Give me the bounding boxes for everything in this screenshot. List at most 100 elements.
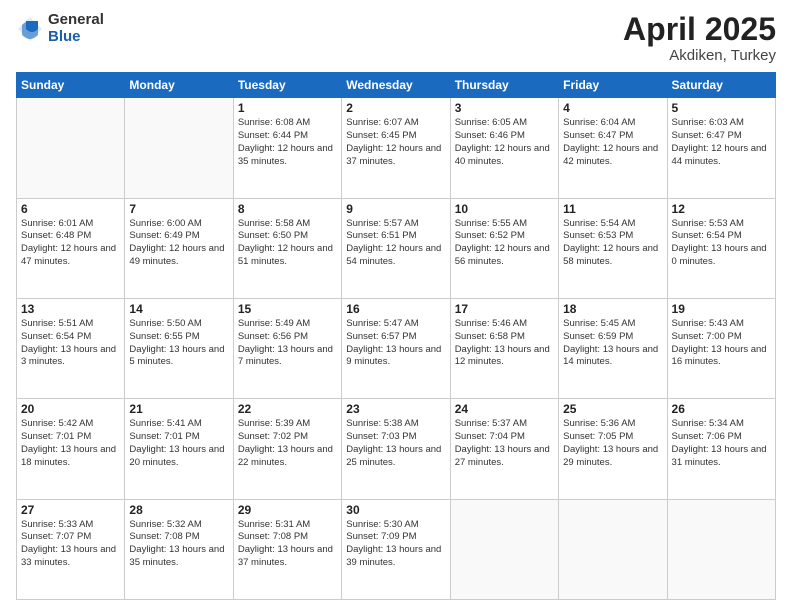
table-row: 18 Sunrise: 5:45 AM Sunset: 6:59 PM Dayli… xyxy=(559,298,667,398)
col-saturday: Saturday xyxy=(667,73,775,98)
cell-content: Sunrise: 5:33 AM Sunset: 7:07 PM Dayligh… xyxy=(21,519,120,570)
col-thursday: Thursday xyxy=(450,73,558,98)
table-row xyxy=(559,499,667,599)
logo-icon xyxy=(16,15,44,43)
col-monday: Monday xyxy=(125,73,233,98)
calendar-table: Sunday Monday Tuesday Wednesday Thursday… xyxy=(16,72,776,600)
table-row xyxy=(125,98,233,198)
table-row xyxy=(667,499,775,599)
table-row: 28 Sunrise: 5:32 AM Sunset: 7:08 PM Dayli… xyxy=(125,499,233,599)
cell-content: Sunrise: 5:36 AM Sunset: 7:05 PM Dayligh… xyxy=(563,418,662,469)
table-row xyxy=(450,499,558,599)
table-row: 1 Sunrise: 6:08 AM Sunset: 6:44 PM Daylig… xyxy=(233,98,341,198)
cell-content: Sunrise: 5:42 AM Sunset: 7:01 PM Dayligh… xyxy=(21,418,120,469)
day-number: 6 xyxy=(21,202,120,216)
calendar-week-row: 13Sunrise: 5:51 AM Sunset: 6:54 PM Dayli… xyxy=(17,298,776,398)
table-row: 19Sunrise: 5:43 AM Sunset: 7:00 PM Dayli… xyxy=(667,298,775,398)
cell-content: Sunrise: 5:49 AM Sunset: 6:56 PM Dayligh… xyxy=(238,318,337,369)
day-number: 30 xyxy=(346,503,445,517)
table-row: 16 Sunrise: 5:47 AM Sunset: 6:57 PM Dayli… xyxy=(342,298,450,398)
cell-content: Sunrise: 6:04 AM Sunset: 6:47 PM Dayligh… xyxy=(563,117,662,168)
day-number: 15 xyxy=(238,302,337,316)
table-row: 23 Sunrise: 5:38 AM Sunset: 7:03 PM Dayli… xyxy=(342,399,450,499)
calendar-week-row: 1 Sunrise: 6:08 AM Sunset: 6:44 PM Daylig… xyxy=(17,98,776,198)
cell-content: Sunrise: 6:01 AM Sunset: 6:48 PM Dayligh… xyxy=(21,218,120,269)
cell-content: Sunrise: 5:30 AM Sunset: 7:09 PM Dayligh… xyxy=(346,519,445,570)
logo-general-text: General xyxy=(48,12,104,29)
logo-text: General Blue xyxy=(48,12,104,45)
calendar-week-row: 27 Sunrise: 5:33 AM Sunset: 7:07 PM Dayli… xyxy=(17,499,776,599)
cell-content: Sunrise: 5:32 AM Sunset: 7:08 PM Dayligh… xyxy=(129,519,228,570)
cell-content: Sunrise: 6:03 AM Sunset: 6:47 PM Dayligh… xyxy=(672,117,771,168)
col-wednesday: Wednesday xyxy=(342,73,450,98)
table-row: 4Sunrise: 6:04 AM Sunset: 6:47 PM Daylig… xyxy=(559,98,667,198)
day-number: 16 xyxy=(346,302,445,316)
title-location: Akdiken, Turkey xyxy=(623,47,776,64)
table-row: 12Sunrise: 5:53 AM Sunset: 6:54 PM Dayli… xyxy=(667,198,775,298)
cell-content: Sunrise: 5:47 AM Sunset: 6:57 PM Dayligh… xyxy=(346,318,445,369)
day-number: 2 xyxy=(346,101,445,115)
col-sunday: Sunday xyxy=(17,73,125,98)
calendar-week-row: 6 Sunrise: 6:01 AM Sunset: 6:48 PM Daylig… xyxy=(17,198,776,298)
cell-content: Sunrise: 5:54 AM Sunset: 6:53 PM Dayligh… xyxy=(563,218,662,269)
cell-content: Sunrise: 5:55 AM Sunset: 6:52 PM Dayligh… xyxy=(455,218,554,269)
logo-blue-text: Blue xyxy=(48,29,104,46)
cell-content: Sunrise: 5:37 AM Sunset: 7:04 PM Dayligh… xyxy=(455,418,554,469)
table-row: 21Sunrise: 5:41 AM Sunset: 7:01 PM Dayli… xyxy=(125,399,233,499)
calendar-header-row: Sunday Monday Tuesday Wednesday Thursday… xyxy=(17,73,776,98)
table-row: 29Sunrise: 5:31 AM Sunset: 7:08 PM Dayli… xyxy=(233,499,341,599)
day-number: 13 xyxy=(21,302,120,316)
logo: General Blue xyxy=(16,12,104,45)
cell-content: Sunrise: 6:07 AM Sunset: 6:45 PM Dayligh… xyxy=(346,117,445,168)
cell-content: Sunrise: 5:46 AM Sunset: 6:58 PM Dayligh… xyxy=(455,318,554,369)
table-row: 7 Sunrise: 6:00 AM Sunset: 6:49 PM Daylig… xyxy=(125,198,233,298)
table-row: 2 Sunrise: 6:07 AM Sunset: 6:45 PM Daylig… xyxy=(342,98,450,198)
table-row: 3 Sunrise: 6:05 AM Sunset: 6:46 PM Daylig… xyxy=(450,98,558,198)
table-row: 30 Sunrise: 5:30 AM Sunset: 7:09 PM Dayli… xyxy=(342,499,450,599)
table-row: 6 Sunrise: 6:01 AM Sunset: 6:48 PM Daylig… xyxy=(17,198,125,298)
day-number: 5 xyxy=(672,101,771,115)
day-number: 22 xyxy=(238,402,337,416)
title-block: April 2025 Akdiken, Turkey xyxy=(623,12,776,64)
day-number: 28 xyxy=(129,503,228,517)
col-friday: Friday xyxy=(559,73,667,98)
day-number: 26 xyxy=(672,402,771,416)
cell-content: Sunrise: 5:50 AM Sunset: 6:55 PM Dayligh… xyxy=(129,318,228,369)
table-row: 20 Sunrise: 5:42 AM Sunset: 7:01 PM Dayli… xyxy=(17,399,125,499)
cell-content: Sunrise: 5:45 AM Sunset: 6:59 PM Dayligh… xyxy=(563,318,662,369)
day-number: 21 xyxy=(129,402,228,416)
day-number: 20 xyxy=(21,402,120,416)
day-number: 3 xyxy=(455,101,554,115)
table-row: 24 Sunrise: 5:37 AM Sunset: 7:04 PM Dayli… xyxy=(450,399,558,499)
title-month: April 2025 xyxy=(623,12,776,47)
day-number: 7 xyxy=(129,202,228,216)
day-number: 27 xyxy=(21,503,120,517)
cell-content: Sunrise: 6:05 AM Sunset: 6:46 PM Dayligh… xyxy=(455,117,554,168)
cell-content: Sunrise: 5:39 AM Sunset: 7:02 PM Dayligh… xyxy=(238,418,337,469)
day-number: 18 xyxy=(563,302,662,316)
table-row: 14 Sunrise: 5:50 AM Sunset: 6:55 PM Dayli… xyxy=(125,298,233,398)
page: General Blue April 2025 Akdiken, Turkey … xyxy=(0,0,792,612)
day-number: 19 xyxy=(672,302,771,316)
table-row: 27 Sunrise: 5:33 AM Sunset: 7:07 PM Dayli… xyxy=(17,499,125,599)
day-number: 10 xyxy=(455,202,554,216)
day-number: 24 xyxy=(455,402,554,416)
day-number: 9 xyxy=(346,202,445,216)
day-number: 11 xyxy=(563,202,662,216)
cell-content: Sunrise: 5:57 AM Sunset: 6:51 PM Dayligh… xyxy=(346,218,445,269)
table-row: 10 Sunrise: 5:55 AM Sunset: 6:52 PM Dayli… xyxy=(450,198,558,298)
table-row: 8Sunrise: 5:58 AM Sunset: 6:50 PM Daylig… xyxy=(233,198,341,298)
cell-content: Sunrise: 5:53 AM Sunset: 6:54 PM Dayligh… xyxy=(672,218,771,269)
cell-content: Sunrise: 6:08 AM Sunset: 6:44 PM Dayligh… xyxy=(238,117,337,168)
table-row: 13Sunrise: 5:51 AM Sunset: 6:54 PM Dayli… xyxy=(17,298,125,398)
table-row: 25 Sunrise: 5:36 AM Sunset: 7:05 PM Dayli… xyxy=(559,399,667,499)
day-number: 14 xyxy=(129,302,228,316)
header: General Blue April 2025 Akdiken, Turkey xyxy=(16,12,776,64)
table-row: 17Sunrise: 5:46 AM Sunset: 6:58 PM Dayli… xyxy=(450,298,558,398)
cell-content: Sunrise: 6:00 AM Sunset: 6:49 PM Dayligh… xyxy=(129,218,228,269)
day-number: 8 xyxy=(238,202,337,216)
cell-content: Sunrise: 5:38 AM Sunset: 7:03 PM Dayligh… xyxy=(346,418,445,469)
day-number: 1 xyxy=(238,101,337,115)
day-number: 25 xyxy=(563,402,662,416)
day-number: 23 xyxy=(346,402,445,416)
